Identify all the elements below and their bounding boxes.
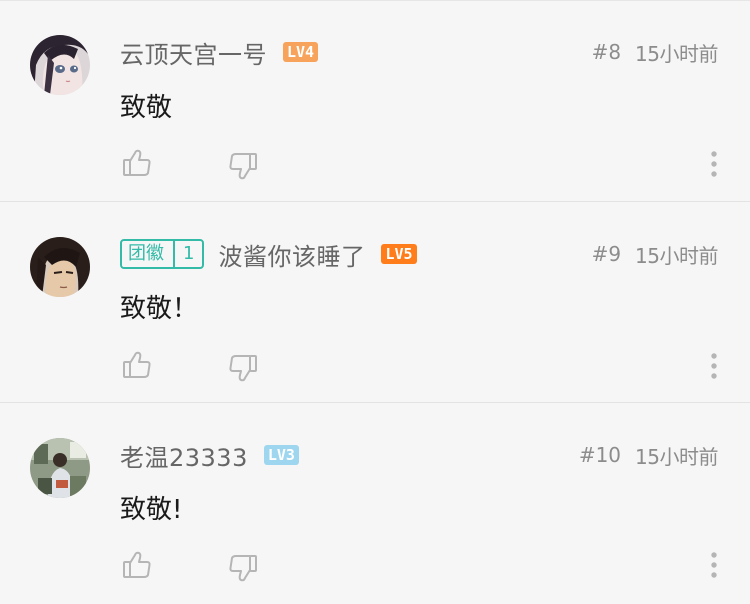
comment-header: 老温23333 LV3 #10 15小时前 (120, 438, 718, 472)
comment-header: 云顶天宫一号 LV4 #8 15小时前 (120, 35, 718, 69)
comment-text: 致敬！ (120, 294, 199, 324)
anime-man-avatar-icon (30, 237, 90, 297)
user-avatar[interactable] (30, 35, 90, 95)
more-vertical-icon (711, 552, 717, 578)
more-options-button[interactable] (706, 147, 722, 181)
comment-text: 致敬! (120, 495, 183, 525)
username[interactable]: 波酱你该睡了 (218, 237, 365, 272)
fan-badge[interactable]: 团徽 1 (120, 239, 205, 269)
level-badge: LV4 (283, 42, 319, 62)
like-button[interactable] (120, 548, 154, 582)
comment-meta: #9 15小时前 (591, 240, 719, 269)
floor-number: #10 (578, 443, 622, 467)
badge-number: 1 (183, 243, 195, 264)
level-badge: LV3 (263, 445, 299, 465)
timestamp: 15小时前 (635, 444, 718, 469)
comment-item: 云顶天宫一号 LV4 #8 15小时前 致敬 (0, 1, 750, 202)
thumbs-up-icon (123, 351, 151, 378)
level-badge: LV5 (381, 244, 417, 264)
comment-header: 团徽 1 波酱你该睡了 LV5 #9 15小时前 (120, 237, 718, 271)
floor-number: #8 (591, 40, 622, 64)
timestamp: 15小时前 (635, 41, 718, 66)
thumbs-down-icon (229, 555, 257, 582)
more-vertical-icon (711, 151, 717, 177)
username[interactable]: 老温23333 (120, 438, 248, 473)
photo-avatar-icon (30, 438, 90, 498)
more-vertical-icon (711, 353, 717, 379)
comment-meta: #8 15小时前 (591, 38, 719, 67)
username[interactable]: 云顶天宫一号 (120, 35, 267, 70)
dislike-button[interactable] (226, 351, 260, 385)
dislike-button[interactable] (226, 149, 260, 183)
timestamp: 15小时前 (635, 243, 718, 268)
thumbs-down-icon (229, 153, 257, 180)
thumbs-up-icon (123, 149, 151, 176)
floor-number: #9 (591, 242, 622, 266)
badge-name: 团徽 (128, 243, 164, 264)
comment-list: 云顶天宫一号 LV4 #8 15小时前 致敬 团徽 1 波酱你该睡了 LV5 #… (0, 1, 750, 604)
thumbs-down-icon (229, 355, 257, 382)
comment-meta: #10 15小时前 (578, 441, 719, 470)
more-options-button[interactable] (706, 548, 722, 582)
thumbs-up-icon (123, 551, 151, 578)
comment-item: 团徽 1 波酱你该睡了 LV5 #9 15小时前 致敬！ (0, 202, 750, 403)
anime-girl-avatar-icon (30, 35, 90, 95)
user-avatar[interactable] (30, 438, 90, 498)
comment-item: 老温23333 LV3 #10 15小时前 致敬! (0, 403, 750, 604)
like-button[interactable] (120, 146, 154, 180)
dislike-button[interactable] (226, 551, 260, 585)
comment-text: 致敬 (120, 93, 173, 123)
like-button[interactable] (120, 348, 154, 382)
more-options-button[interactable] (706, 349, 722, 383)
user-avatar[interactable] (30, 237, 90, 297)
